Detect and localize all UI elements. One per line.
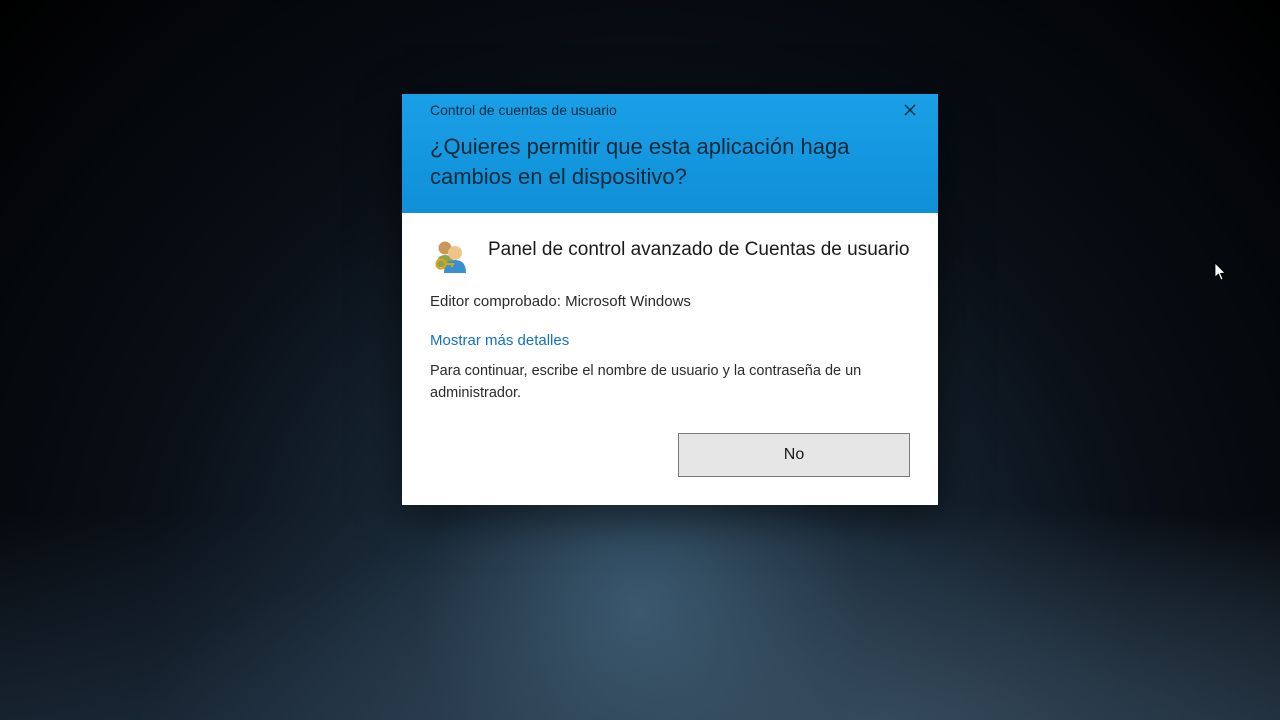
button-row: No: [430, 433, 910, 477]
uac-dialog: Control de cuentas de usuario ¿Quieres p…: [402, 94, 938, 505]
close-icon: [904, 104, 916, 116]
user-accounts-icon: [430, 237, 470, 277]
show-details-link[interactable]: Mostrar más detalles: [430, 332, 569, 349]
app-info-row: Panel de control avanzado de Cuentas de …: [430, 237, 910, 277]
titlebar: Control de cuentas de usuario: [402, 94, 938, 122]
no-button[interactable]: No: [678, 433, 910, 477]
dialog-header: Control de cuentas de usuario ¿Quieres p…: [402, 94, 938, 213]
dialog-body: Panel de control avanzado de Cuentas de …: [402, 213, 938, 505]
uac-question: ¿Quieres permitir que esta aplicación ha…: [402, 122, 938, 213]
mouse-cursor: [1214, 262, 1228, 282]
dialog-title: Control de cuentas de usuario: [430, 102, 617, 118]
close-button[interactable]: [890, 98, 930, 122]
app-name: Panel de control avanzado de Cuentas de …: [488, 237, 909, 264]
publisher-line: Editor comprobado: Microsoft Windows: [430, 293, 910, 310]
admin-credentials-instruction: Para continuar, escribe el nombre de usu…: [430, 361, 910, 405]
